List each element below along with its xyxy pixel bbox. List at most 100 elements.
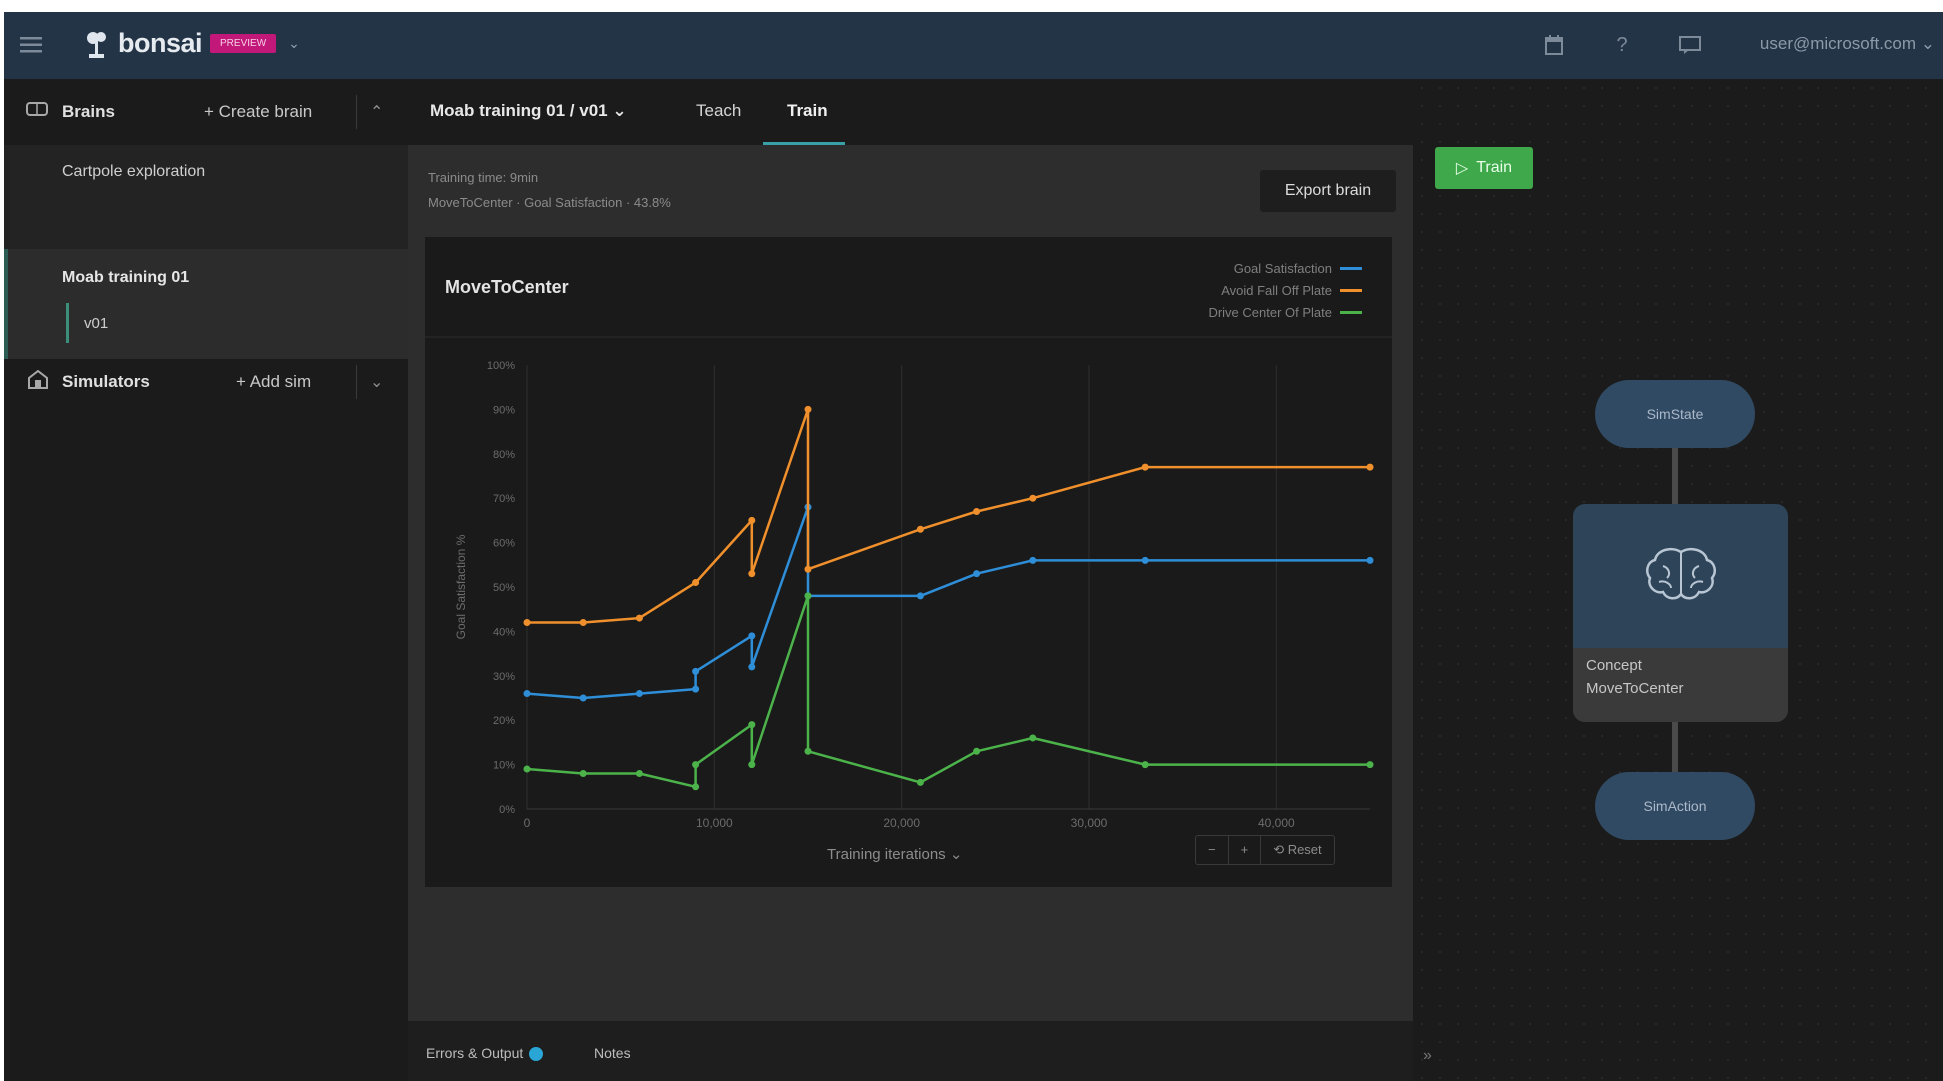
y-tick-label: 100% bbox=[487, 360, 515, 372]
training-status: Training time: 9min MoveToCenter · Goal … bbox=[428, 165, 671, 215]
legend-label: Goal Satisfaction bbox=[1233, 261, 1332, 276]
data-point bbox=[579, 769, 587, 777]
y-tick-label: 50% bbox=[493, 582, 515, 594]
node-simstate[interactable]: SimState bbox=[1595, 380, 1755, 448]
node-simaction[interactable]: SimAction bbox=[1595, 772, 1755, 840]
data-point bbox=[748, 663, 756, 671]
app-window: bonsai preview ⌄ ? user@microsoft.com ⌄ … bbox=[4, 12, 1943, 1081]
concept-node[interactable]: Concept MoveToCenter bbox=[1573, 504, 1788, 722]
y-tick-label: 90% bbox=[493, 404, 515, 416]
data-point bbox=[1141, 761, 1149, 769]
brains-header: Brains + Create brain ⌃ bbox=[4, 79, 408, 145]
add-sim-button[interactable]: + Add sim bbox=[236, 372, 311, 392]
data-point bbox=[692, 761, 700, 769]
training-chart[interactable]: 0 10,000 20,000 30,000 40,000 0% 10% 20% 30% 40% 5… bbox=[425, 337, 1392, 832]
node-connector bbox=[1672, 722, 1678, 772]
chevron-down-icon[interactable]: ⌄ bbox=[288, 35, 300, 52]
data-point bbox=[1141, 463, 1149, 471]
data-point bbox=[523, 765, 531, 773]
divider bbox=[356, 95, 357, 129]
legend-avoid-fall-off-plate[interactable]: Avoid Fall Off Plate bbox=[1221, 283, 1362, 298]
zoom-out-button[interactable]: − bbox=[1196, 836, 1229, 864]
data-point bbox=[692, 579, 700, 587]
brain-item-cartpole[interactable]: Cartpole exploration bbox=[62, 163, 205, 181]
simulators-header: Simulators + Add sim ⌄ bbox=[4, 349, 408, 415]
data-point bbox=[804, 747, 812, 755]
brain-tab-bar: Moab training 01 / v01 ⌄ Teach Train bbox=[408, 79, 1408, 145]
data-point bbox=[635, 690, 643, 698]
y-tick-label: 40% bbox=[493, 626, 515, 638]
train-button-label: Train bbox=[1476, 159, 1513, 176]
reset-zoom-button[interactable]: ⟲ Reset bbox=[1261, 836, 1333, 864]
data-point bbox=[635, 614, 643, 622]
brand-logo[interactable]: bonsai preview ⌄ bbox=[84, 28, 300, 59]
data-point bbox=[1141, 556, 1149, 564]
legend-swatch bbox=[1340, 289, 1362, 292]
legend-label: Avoid Fall Off Plate bbox=[1221, 283, 1332, 298]
feedback-icon[interactable] bbox=[1677, 32, 1703, 58]
create-brain-button[interactable]: + Create brain bbox=[204, 102, 312, 122]
chevron-down-icon[interactable]: ⌄ bbox=[370, 372, 383, 392]
legend-drive-center-of-plate[interactable]: Drive Center Of Plate bbox=[1208, 305, 1362, 320]
graph-canvas: ▷ Train SimState Concept MoveToCenter Si… bbox=[1413, 79, 1943, 1081]
data-point bbox=[916, 525, 924, 533]
legend-label: Drive Center Of Plate bbox=[1208, 305, 1332, 320]
tab-train[interactable]: Train bbox=[787, 101, 828, 121]
brains-title: Brains bbox=[62, 102, 115, 121]
node-connector bbox=[1672, 448, 1678, 504]
legend-swatch bbox=[1340, 267, 1362, 270]
series-line bbox=[527, 408, 1370, 624]
brand-name: bonsai bbox=[118, 28, 203, 58]
zoom-controls: − + ⟲ Reset bbox=[1195, 835, 1335, 865]
chart-card: MoveToCenter Goal Satisfaction Avoid Fal… bbox=[425, 237, 1392, 887]
data-point bbox=[1029, 556, 1037, 564]
data-point bbox=[804, 405, 812, 413]
concept-type: Concept bbox=[1586, 657, 1642, 674]
version-indicator bbox=[66, 303, 69, 343]
data-point bbox=[748, 761, 756, 769]
data-point bbox=[916, 592, 924, 600]
y-tick-label: 10% bbox=[493, 760, 515, 772]
data-point bbox=[973, 570, 981, 578]
hamburger-icon[interactable] bbox=[18, 32, 44, 58]
export-brain-button[interactable]: Export brain bbox=[1260, 170, 1396, 212]
left-sidebar: Brains + Create brain ⌃ Cartpole explora… bbox=[4, 79, 412, 1081]
data-point bbox=[1366, 761, 1374, 769]
data-point bbox=[1029, 734, 1037, 742]
training-time: Training time: 9min bbox=[428, 170, 539, 185]
tab-teach[interactable]: Teach bbox=[696, 101, 741, 121]
chevron-up-icon[interactable]: ⌃ bbox=[370, 102, 383, 122]
data-point bbox=[973, 508, 981, 516]
zoom-in-button[interactable]: + bbox=[1229, 836, 1262, 864]
tab-errors-output[interactable]: Errors & Output bbox=[426, 1045, 544, 1062]
brain-icon bbox=[26, 100, 48, 124]
x-tick-label: 30,000 bbox=[1071, 816, 1108, 830]
data-point bbox=[973, 747, 981, 755]
y-tick-label: 70% bbox=[493, 493, 515, 505]
brain-item-moab[interactable]: Moab training 01 bbox=[62, 269, 189, 287]
data-point bbox=[1029, 494, 1037, 502]
divider bbox=[356, 365, 357, 399]
brain-version-selector[interactable]: Moab training 01 / v01 ⌄ bbox=[430, 101, 627, 121]
help-icon[interactable]: ? bbox=[1609, 32, 1635, 58]
data-point bbox=[1366, 556, 1374, 564]
data-point bbox=[804, 592, 812, 600]
simulator-icon bbox=[26, 368, 50, 396]
y-tick-label: 80% bbox=[493, 449, 515, 461]
status-dot-icon bbox=[529, 1047, 544, 1062]
expand-panel-icon[interactable]: » bbox=[1423, 1047, 1432, 1065]
data-point bbox=[692, 667, 700, 675]
preview-badge: preview bbox=[210, 34, 277, 53]
series-line bbox=[526, 505, 1370, 700]
brain-version-item[interactable]: v01 bbox=[84, 315, 108, 332]
user-account-menu[interactable]: user@microsoft.com ⌄ bbox=[1760, 34, 1935, 54]
legend-goal-satisfaction[interactable]: Goal Satisfaction bbox=[1234, 261, 1362, 276]
data-point bbox=[579, 694, 587, 702]
play-icon: ▷ bbox=[1455, 160, 1469, 177]
tab-notes[interactable]: Notes bbox=[594, 1045, 631, 1061]
brains-list: Cartpole exploration Moab training 01 v0… bbox=[4, 145, 412, 359]
data-point bbox=[748, 632, 756, 640]
calendar-icon[interactable] bbox=[1541, 32, 1567, 58]
x-axis-selector[interactable]: Training iterations ⌄ bbox=[827, 845, 962, 863]
train-button[interactable]: ▷ Train bbox=[1435, 147, 1533, 189]
